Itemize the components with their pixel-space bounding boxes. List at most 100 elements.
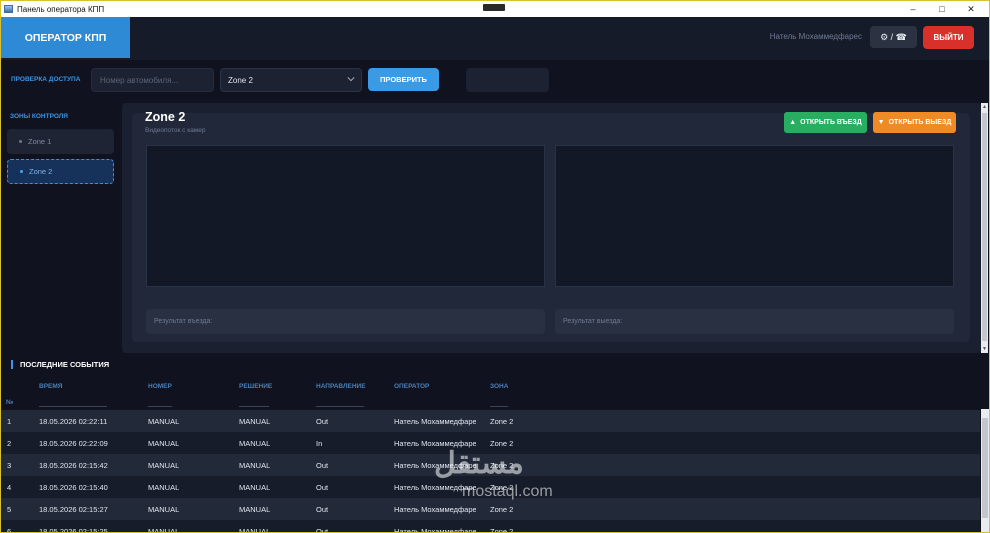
cell-zone: Zone 2 xyxy=(490,439,514,448)
cell-num: 4 xyxy=(7,483,12,492)
scroll-up-icon[interactable]: ▲ xyxy=(981,103,988,111)
cell-direction: Out xyxy=(316,417,329,426)
cell-plate: MANUAL xyxy=(148,439,180,448)
chevron-down-icon xyxy=(347,77,355,82)
zone-title: Zone 2 xyxy=(145,110,186,124)
column-divider xyxy=(316,406,364,407)
cell-operator: Натель Мохаммедфарес xyxy=(394,461,476,470)
panel-scrollbar[interactable]: ▲ ▼ xyxy=(981,103,988,353)
cell-time: 18.05.2026 02:15:40 xyxy=(39,483,108,492)
verify-button[interactable]: ПРОВЕРИТЬ xyxy=(368,68,439,91)
cell-num: 5 xyxy=(7,505,12,514)
cell-time: 18.05.2026 02:15:25 xyxy=(39,527,108,532)
cell-decision: MANUAL xyxy=(239,483,271,492)
table-row[interactable]: 3 18.05.2026 02:15:42 MANUAL MANUAL Out Нател… xyxy=(1,454,980,476)
access-result-box xyxy=(466,68,549,92)
app-window-icon xyxy=(4,5,13,13)
sidebar-item-label: Zone 1 xyxy=(28,137,52,146)
table-scrollbar-thumb[interactable] xyxy=(982,418,988,518)
column-divider xyxy=(490,406,508,407)
column-header-direction[interactable]: НАПРАВЛЕНИЕ xyxy=(316,383,366,390)
cell-operator: Натель Мохаммедфарес xyxy=(394,417,476,426)
cell-plate: MANUAL xyxy=(148,483,180,492)
exit-result-label: Результат выезда: xyxy=(563,318,623,325)
cell-zone: Zone 2 xyxy=(490,461,514,470)
cell-plate: MANUAL xyxy=(148,505,180,514)
open-exit-label: ОТКРЫТЬ ВЫЕЗД xyxy=(888,119,952,126)
table-scrollbar[interactable] xyxy=(981,409,989,532)
cell-time: 18.05.2026 02:15:27 xyxy=(39,505,108,514)
app-root: ОПЕРАТОР КПП Натель Мохаммедфарес ⚙ / ☎ … xyxy=(1,17,989,532)
sidebar-item-label: Zone 2 xyxy=(29,167,53,176)
window-titlebar: Панель оператора КПП – □ ✕ xyxy=(1,1,989,17)
cell-direction: Out xyxy=(316,505,329,514)
cell-time: 18.05.2026 02:22:11 xyxy=(39,417,108,426)
plate-number-input[interactable] xyxy=(91,68,214,92)
settings-contact-button[interactable]: ⚙ / ☎ xyxy=(870,26,917,48)
column-header-num: № xyxy=(6,399,14,406)
sidebar-item-zone-1[interactable]: Zone 1 xyxy=(7,129,114,154)
cell-decision: MANUAL xyxy=(239,461,271,470)
exit-camera-feed xyxy=(555,145,954,287)
table-row[interactable]: 6 18.05.2026 02:15:25 MANUAL MANUAL Out Нател… xyxy=(1,520,980,532)
cell-num: 2 xyxy=(7,439,12,448)
titlebar-grip[interactable] xyxy=(483,4,505,11)
cell-num: 6 xyxy=(7,527,12,532)
column-header-plate[interactable]: НОМЕР xyxy=(148,383,172,390)
zone-status-dot xyxy=(19,140,22,143)
zone-status-dot xyxy=(20,170,23,173)
arrow-up-icon: ▲ xyxy=(789,119,797,126)
cell-decision: MANUAL xyxy=(239,505,271,514)
cell-plate: MANUAL xyxy=(148,417,180,426)
cell-direction: Out xyxy=(316,527,329,532)
column-divider xyxy=(239,406,269,407)
table-row[interactable]: 1 18.05.2026 02:22:11 MANUAL MANUAL Out Нател… xyxy=(1,410,980,432)
logout-button[interactable]: ВЫЙТИ xyxy=(923,26,974,49)
minimize-button[interactable]: – xyxy=(898,1,928,17)
cell-operator: Натель Мохаммедфарес xyxy=(394,505,476,514)
sidebar-title: ЗОНЫ КОНТРОЛЯ xyxy=(10,113,68,120)
zone-select[interactable]: Zone 2 xyxy=(220,68,362,92)
cell-plate: MANUAL xyxy=(148,527,180,532)
open-entry-button[interactable]: ▲ ОТКРЫТЬ ВЪЕЗД xyxy=(784,112,867,133)
column-divider xyxy=(148,406,172,407)
entry-result-label: Результат въезда: xyxy=(154,318,213,325)
sidebar-item-zone-2[interactable]: Zone 2 xyxy=(7,159,114,184)
maximize-button[interactable]: □ xyxy=(927,1,957,17)
cell-direction: Out xyxy=(316,461,329,470)
cell-num: 1 xyxy=(7,417,12,426)
cell-num: 3 xyxy=(7,461,12,470)
panel-scrollbar-thumb[interactable] xyxy=(982,113,987,341)
cell-time: 18.05.2026 02:15:42 xyxy=(39,461,108,470)
app-header: ОПЕРАТОР КПП Натель Мохаммедфарес ⚙ / ☎ … xyxy=(1,17,989,60)
cell-time: 18.05.2026 02:22:09 xyxy=(39,439,108,448)
cell-zone: Zone 2 xyxy=(490,483,514,492)
events-title-text: ПОСЛЕДНИЕ СОБЫТИЯ xyxy=(20,360,110,369)
cell-decision: MANUAL xyxy=(239,417,271,426)
cell-direction: Out xyxy=(316,483,329,492)
scroll-down-icon[interactable]: ▼ xyxy=(981,345,988,353)
cell-plate: MANUAL xyxy=(148,461,180,470)
open-exit-button[interactable]: ▼ ОТКРЫТЬ ВЫЕЗД xyxy=(873,112,956,133)
table-row[interactable]: 4 18.05.2026 02:15:40 MANUAL MANUAL Out Нател… xyxy=(1,476,980,498)
exit-result-field: Результат выезда: xyxy=(555,309,954,334)
section-accent-bar xyxy=(11,360,13,369)
table-row[interactable]: 2 18.05.2026 02:22:09 MANUAL MANUAL In Натель… xyxy=(1,432,980,454)
zone-select-value: Zone 2 xyxy=(228,75,253,85)
cell-operator: Натель Мохаммедфарес xyxy=(394,439,476,448)
arrow-down-icon: ▼ xyxy=(877,119,885,126)
column-header-zone[interactable]: ЗОНА xyxy=(490,383,508,390)
cell-decision: MANUAL xyxy=(239,527,271,532)
column-header-decision[interactable]: РЕШЕНИЕ xyxy=(239,383,272,390)
table-row[interactable]: 5 18.05.2026 02:15:27 MANUAL MANUAL Out Нател… xyxy=(1,498,980,520)
cell-zone: Zone 2 xyxy=(490,417,514,426)
events-section-title: ПОСЛЕДНИЕ СОБЫТИЯ xyxy=(11,360,109,369)
close-window-button[interactable]: ✕ xyxy=(956,1,986,17)
column-header-operator[interactable]: ОПЕРАТОР xyxy=(394,383,429,390)
window-title: Панель оператора КПП xyxy=(17,4,105,14)
open-entry-label: ОТКРЫТЬ ВЪЕЗД xyxy=(800,119,862,126)
entry-result-field: Результат въезда: xyxy=(146,309,545,334)
settings-phone-icon: ⚙ / ☎ xyxy=(880,31,907,42)
brand-logo: ОПЕРАТОР КПП xyxy=(1,17,130,58)
column-header-time[interactable]: ВРЕМЯ xyxy=(39,383,62,390)
